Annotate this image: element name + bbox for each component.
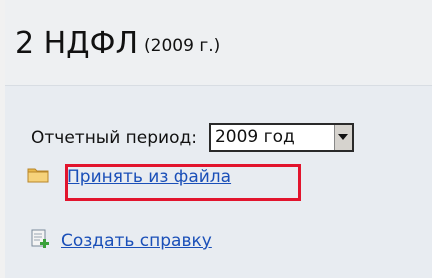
document-plus-icon (31, 229, 51, 253)
app-frame: 2 НДФЛ (2009 г.) Отчетный период: 2009 го… (5, 0, 432, 278)
page-title-year: (2009 г.) (144, 36, 221, 56)
page-header: 2 НДФЛ (2009 г.) (5, 0, 432, 86)
period-row: Отчетный период: 2009 год (31, 123, 354, 152)
period-label: Отчетный период: (31, 127, 197, 148)
create-certificate-action[interactable]: Создать справку (31, 229, 212, 253)
page-title-text: 2 НДФЛ (15, 26, 139, 61)
content-area: Отчетный период: 2009 год Принять из фай… (5, 86, 432, 278)
create-certificate-link[interactable]: Создать справку (61, 231, 212, 251)
page-title: 2 НДФЛ (2009 г.) (15, 26, 220, 64)
period-select[interactable]: 2009 год (208, 123, 354, 152)
chevron-down-icon[interactable] (333, 125, 352, 150)
period-select-value: 2009 год (214, 127, 295, 147)
highlight-frame (65, 164, 301, 201)
folder-icon (27, 166, 49, 187)
